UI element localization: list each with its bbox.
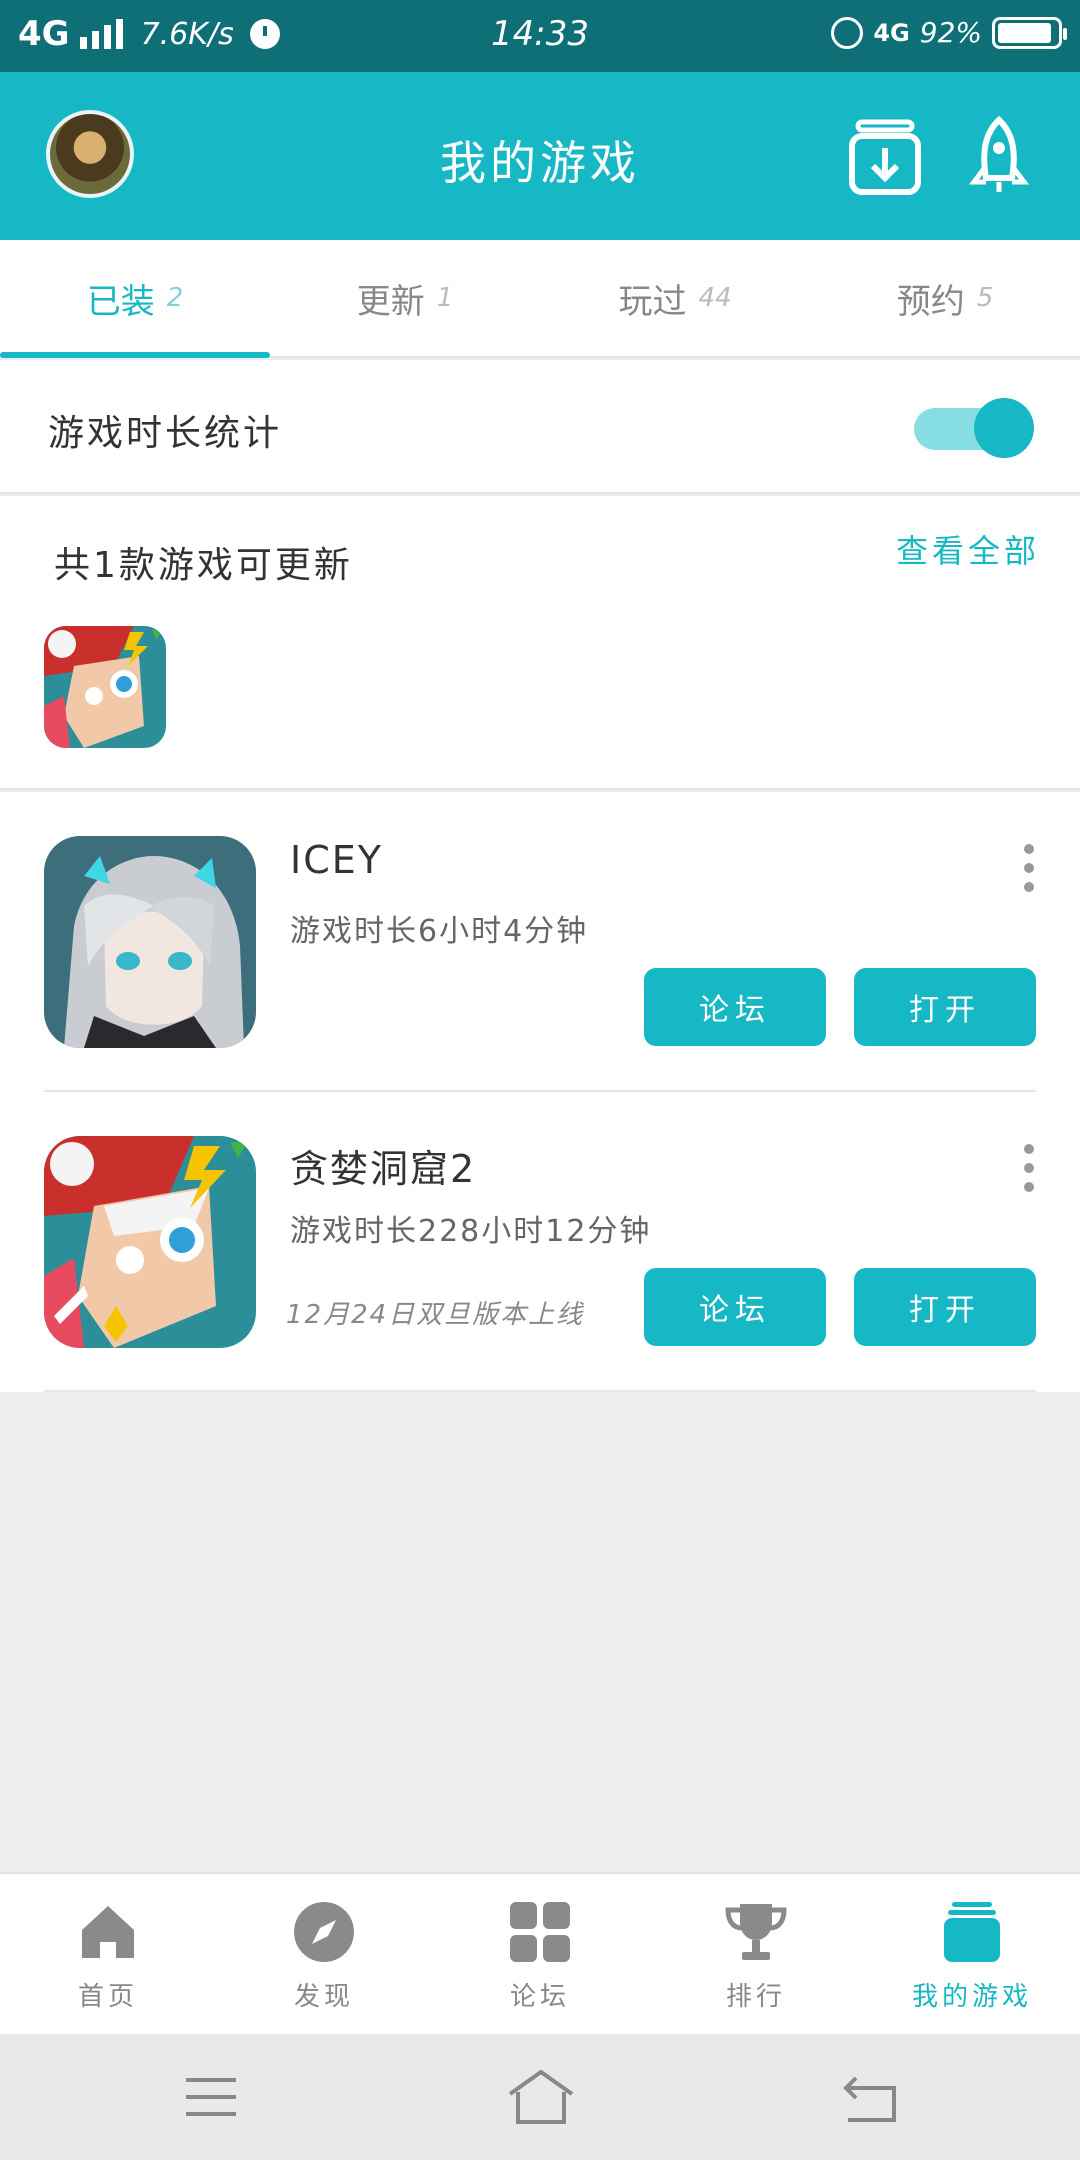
alarm-icon <box>831 16 864 49</box>
updates-section: 共1款游戏可更新 查看全部 <box>0 496 1080 790</box>
game-name: 贪婪洞窟2 <box>290 1147 477 1191</box>
tab-label: 更新 <box>356 281 425 322</box>
game-tabs: 已装 2 更新 1 玩过 44 预约 5 <box>0 240 1080 358</box>
toggle-knob <box>974 398 1034 458</box>
nav-label: 排行 <box>725 1982 786 2012</box>
game-item-icey[interactable]: ICEY 游戏时长6小时4分钟 论坛 打开 <box>0 792 1080 1092</box>
installed-games-list: ICEY 游戏时长6小时4分钟 论坛 打开 贪婪洞窟2 游戏时长228小时12分… <box>0 792 1080 1392</box>
download-manager-icon[interactable] <box>848 116 922 196</box>
home-icon <box>82 1906 134 1958</box>
bottom-nav: 首页 发现 论坛 排行 我的游戏 <box>0 1872 1080 2034</box>
updates-title: 共1款游戏可更新 <box>54 545 353 586</box>
tab-label: 玩过 <box>618 281 687 322</box>
nav-forum[interactable]: 论坛 <box>432 1874 648 2034</box>
network-type-right: 4G <box>873 18 910 47</box>
home-button-icon[interactable] <box>496 2064 586 2130</box>
rocket-boost-icon[interactable] <box>962 116 1036 196</box>
trophy-icon <box>725 1904 787 1960</box>
tab-label: 预约 <box>896 281 965 322</box>
tab-played[interactable]: 玩过 44 <box>540 240 810 356</box>
nav-my-games[interactable]: 我的游戏 <box>864 1874 1080 2034</box>
nav-label: 论坛 <box>509 1982 570 2012</box>
open-game-button[interactable]: 打开 <box>854 968 1036 1046</box>
playtime-stats-label: 游戏时长统计 <box>48 413 283 454</box>
menu-icon[interactable] <box>166 2064 256 2130</box>
nav-ranking[interactable]: 排行 <box>648 1874 864 2034</box>
tab-updates[interactable]: 更新 1 <box>270 240 540 356</box>
status-right: 4G 92% <box>831 16 1067 49</box>
nav-home[interactable]: 首页 <box>0 1874 216 2034</box>
more-options-icon[interactable] <box>1022 844 1036 892</box>
update-game-icon[interactable] <box>44 626 166 748</box>
divider <box>44 1390 1036 1392</box>
status-bar: 4G 7.6K/s 14:33 4G 92% <box>0 0 1080 72</box>
game-item-greedy-cave-2[interactable]: 贪婪洞窟2 游戏时长228小时12分钟 12月24日双旦版本上线 论坛 打开 <box>0 1092 1080 1392</box>
more-options-icon[interactable] <box>1022 1144 1036 1192</box>
nav-label: 我的游戏 <box>911 1982 1032 2012</box>
tab-count: 5 <box>976 283 994 313</box>
nav-label: 发现 <box>293 1982 354 2012</box>
battery-icon <box>992 16 1067 49</box>
tab-label: 已装 <box>86 281 155 322</box>
system-nav-bar <box>0 2034 1080 2160</box>
nav-discover[interactable]: 发现 <box>216 1874 432 2034</box>
forum-button[interactable]: 论坛 <box>644 1268 826 1346</box>
forum-button[interactable]: 论坛 <box>644 968 826 1046</box>
nav-label: 首页 <box>77 1982 138 2012</box>
tab-count: 2 <box>166 283 184 313</box>
tab-count: 44 <box>698 283 732 313</box>
app-header: 我的游戏 <box>0 72 1080 240</box>
game-playtime: 游戏时长228小时12分钟 <box>290 1214 652 1249</box>
battery-fill <box>998 22 1052 43</box>
compass-icon <box>294 1902 354 1962</box>
open-game-button[interactable]: 打开 <box>854 1268 1036 1346</box>
tab-count: 1 <box>436 283 454 313</box>
game-update-note: 12月24日双旦版本上线 <box>286 1300 585 1330</box>
battery-percent: 92% <box>919 16 982 49</box>
game-playtime: 游戏时长6小时4分钟 <box>290 914 589 949</box>
view-all-link[interactable]: 查看全部 <box>896 526 1040 572</box>
my-games-stack-icon <box>944 1902 1000 1962</box>
game-icon-icey[interactable] <box>44 836 256 1048</box>
tab-reserved[interactable]: 预约 5 <box>810 240 1080 356</box>
tab-installed[interactable]: 已装 2 <box>0 240 270 358</box>
grid-icon <box>510 1902 570 1962</box>
playtime-stats-toggle[interactable] <box>912 398 1036 458</box>
game-name: ICEY <box>290 838 383 882</box>
playtime-stats-row: 游戏时长统计 <box>0 360 1080 494</box>
back-icon[interactable] <box>826 2064 916 2130</box>
game-icon-greedy-cave-2[interactable] <box>44 1136 256 1348</box>
